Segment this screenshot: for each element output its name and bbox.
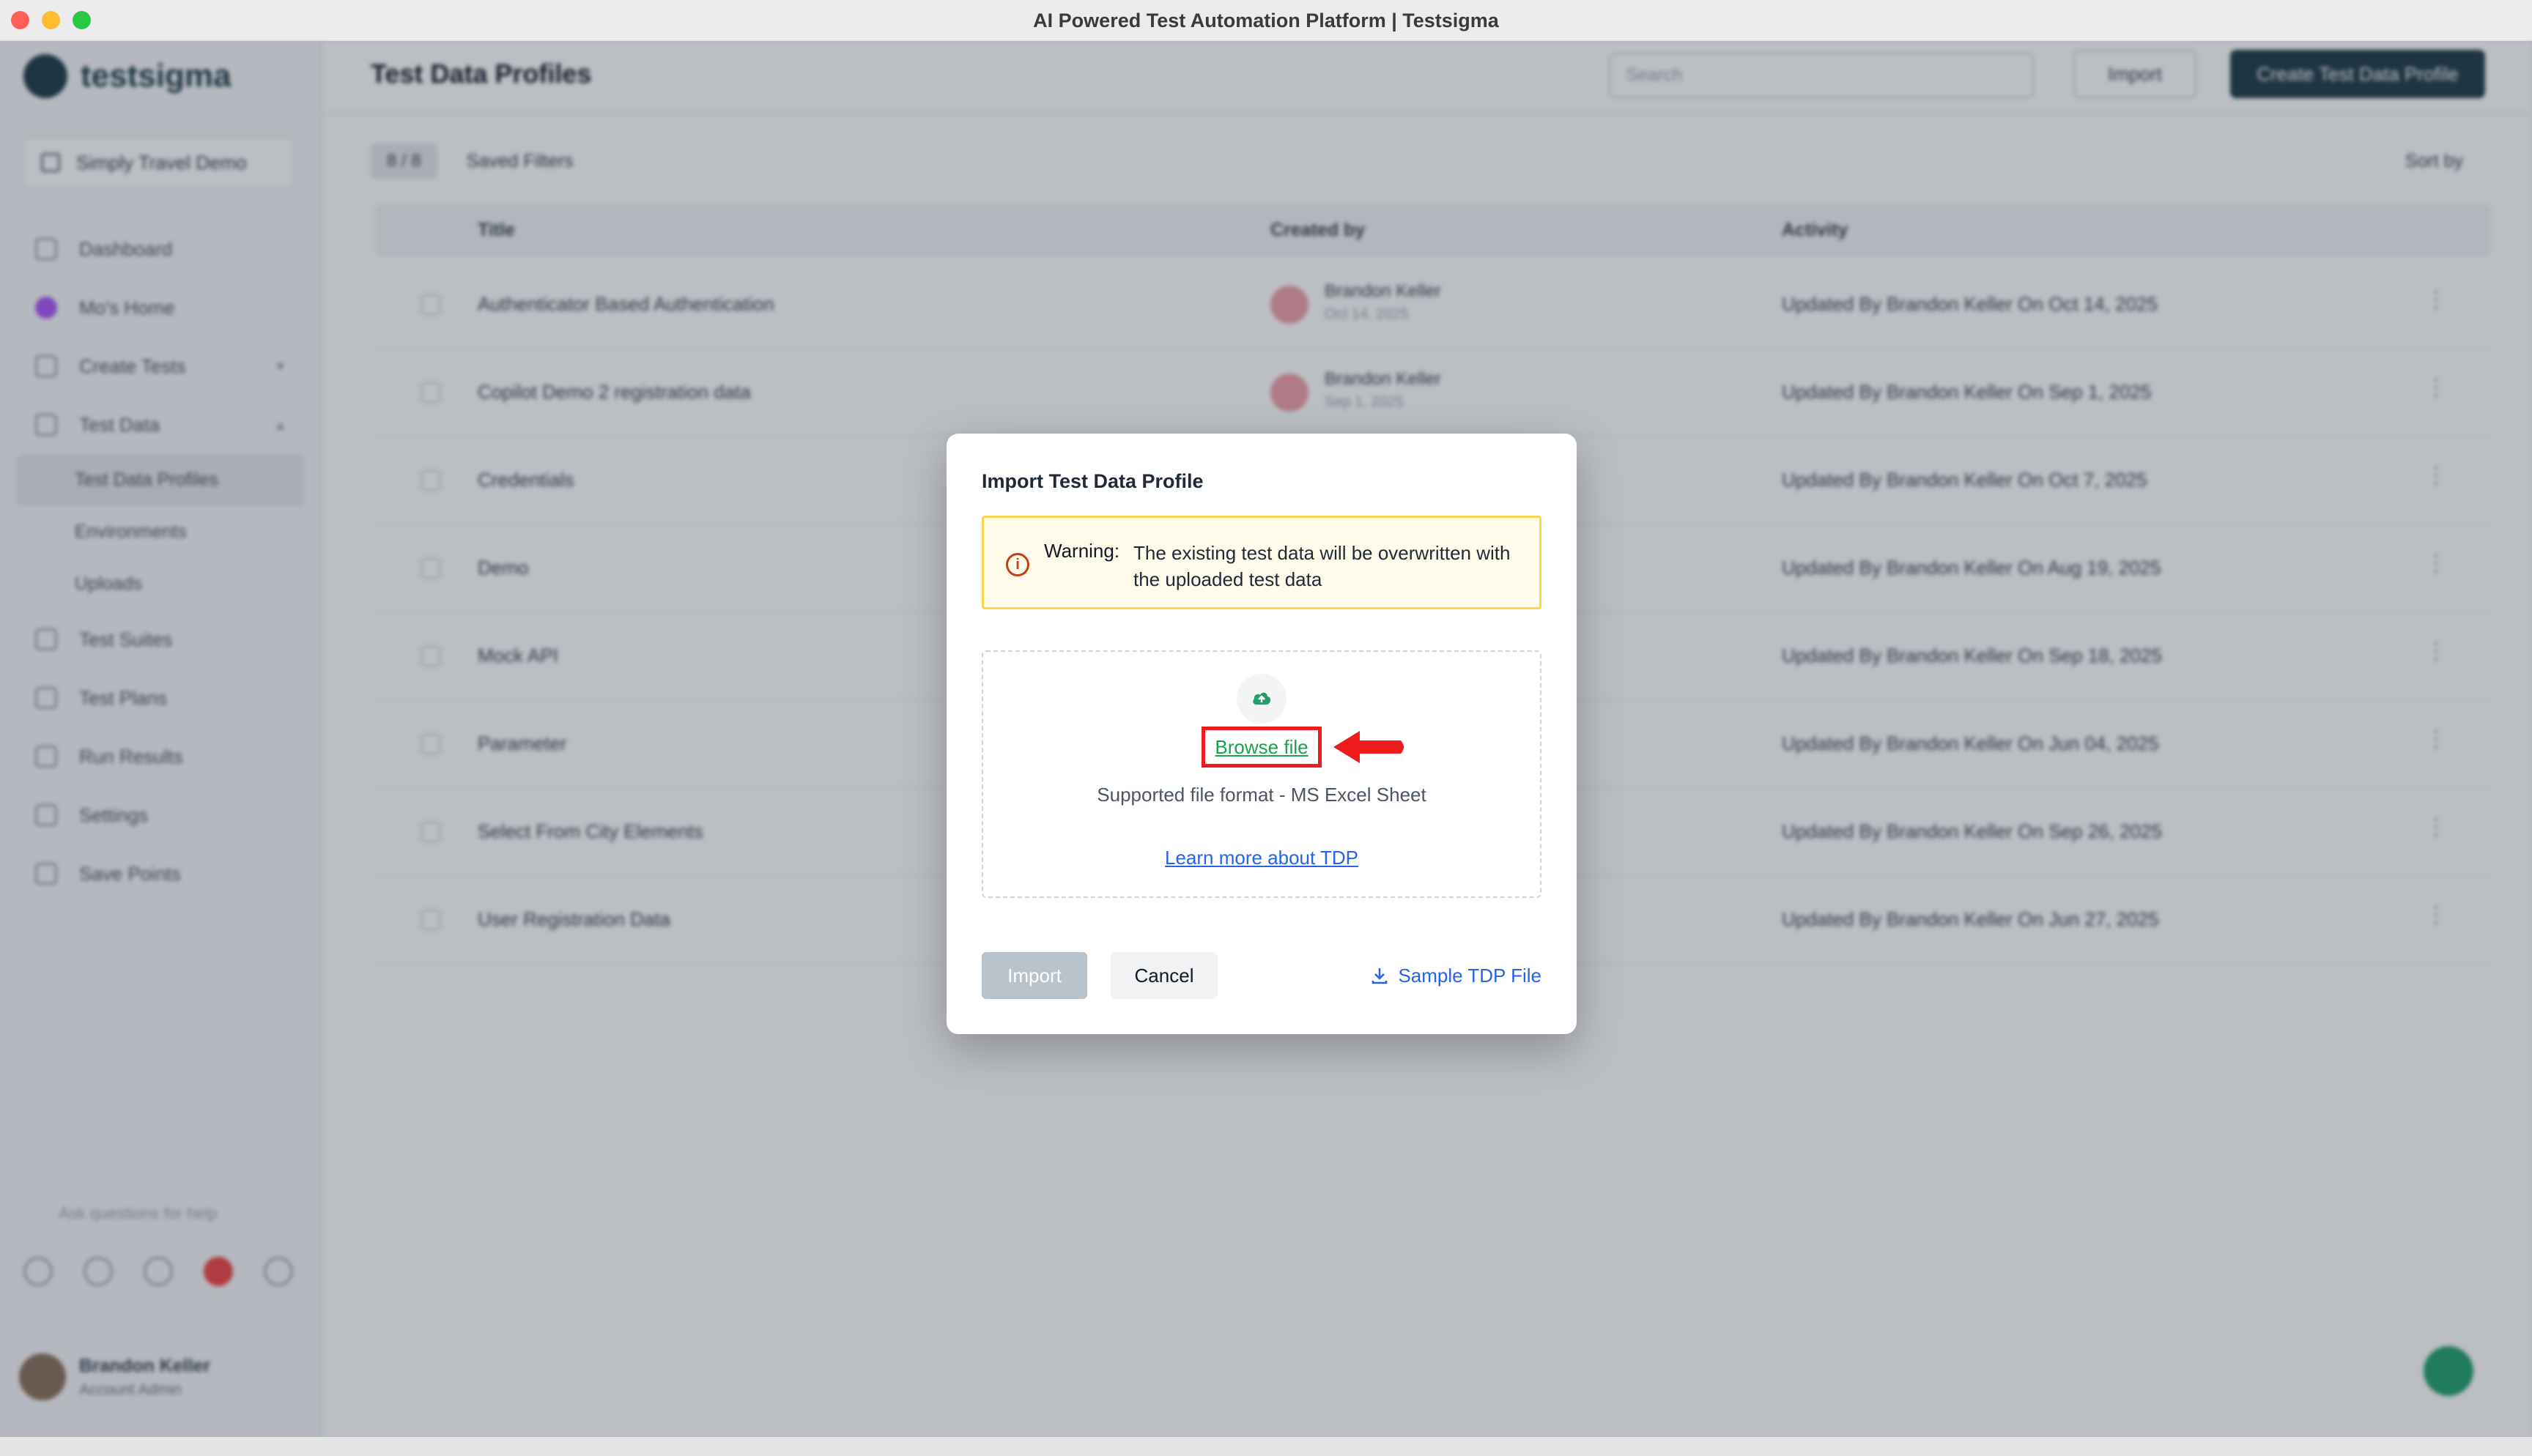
warning-banner: i Warning: The existing test data will b… xyxy=(982,516,1541,609)
browse-file-highlight: Browse file xyxy=(1202,727,1322,768)
window-bottom-edge xyxy=(0,1437,2532,1456)
import-dialog: Import Test Data Profile i Warning: The … xyxy=(947,434,1577,1034)
dialog-title: Import Test Data Profile xyxy=(982,470,1204,492)
app-window: AI Powered Test Automation Platform | Te… xyxy=(0,0,2532,1456)
red-arrow-icon xyxy=(1333,731,1404,763)
sample-tdp-file-label: Sample TDP File xyxy=(1398,964,1541,987)
browse-file-link[interactable]: Browse file xyxy=(1205,736,1318,759)
import-button[interactable]: Import xyxy=(982,952,1087,999)
cancel-button[interactable]: Cancel xyxy=(1111,952,1218,999)
sample-tdp-file-link[interactable]: Sample TDP File xyxy=(1370,952,1541,999)
warning-label: Warning: xyxy=(1044,540,1120,562)
warning-text: The existing test data will be overwritt… xyxy=(1133,542,1511,590)
title-bar: AI Powered Test Automation Platform | Te… xyxy=(0,0,2532,41)
download-icon xyxy=(1372,968,1388,984)
learn-more-link[interactable]: Learn more about TDP xyxy=(983,847,1540,869)
supported-format-text: Supported file format - MS Excel Sheet xyxy=(1097,784,1426,806)
window-title: AI Powered Test Automation Platform | Te… xyxy=(1033,10,1499,31)
cloud-upload-icon xyxy=(1237,674,1287,724)
info-icon: i xyxy=(1006,553,1029,576)
file-dropzone[interactable]: Browse file Supported file format - MS E… xyxy=(982,650,1541,898)
